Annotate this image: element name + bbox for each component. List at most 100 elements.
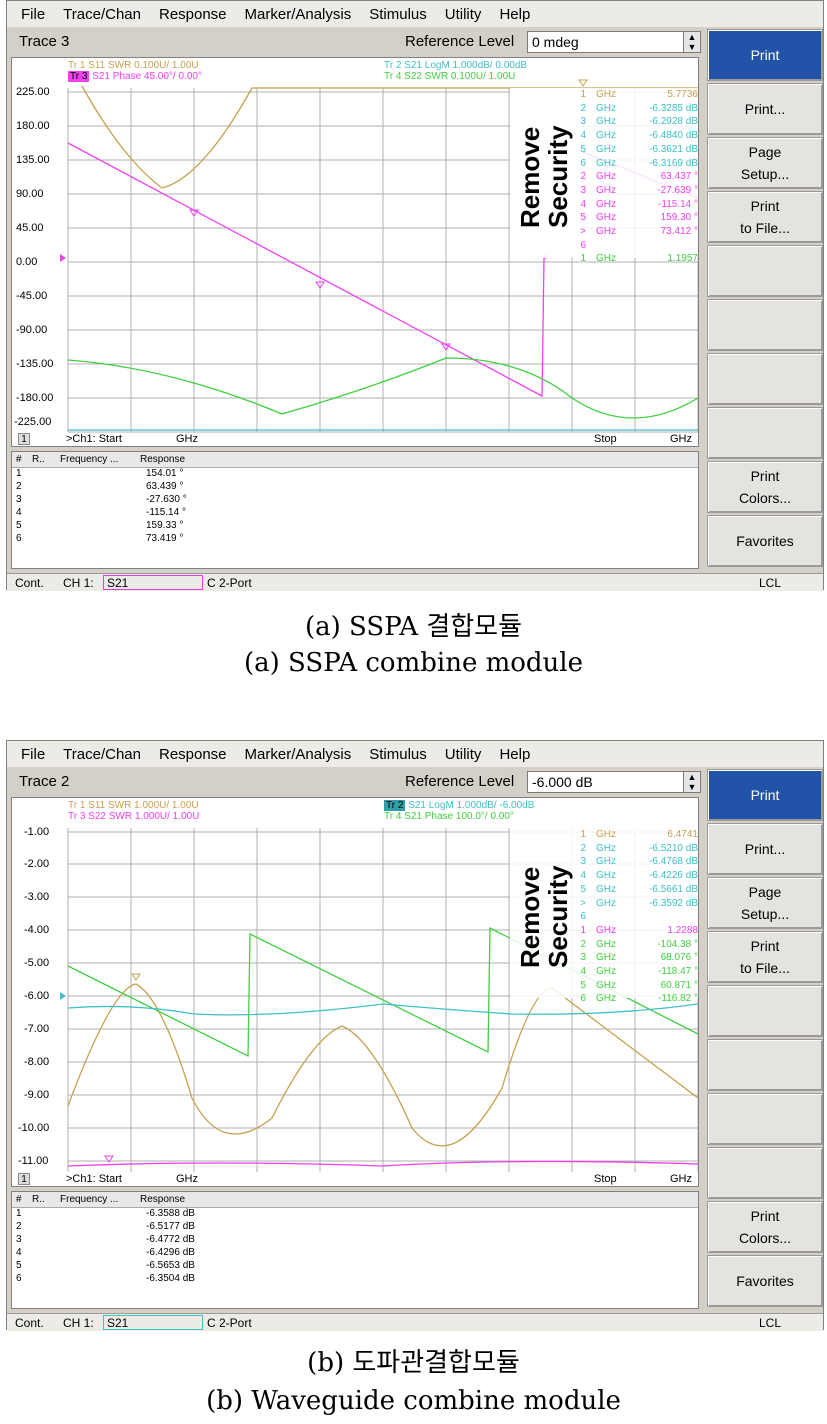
ytick: 225.00 (16, 86, 50, 98)
col-response[interactable]: Response (140, 454, 185, 465)
page-setup-button[interactable]: Page Setup... (707, 877, 823, 929)
blank-softkey[interactable] (707, 1147, 823, 1199)
marker-line: 3 GHz -6.4768 dB (580, 856, 698, 868)
print-colors-button[interactable]: Print Colors... (707, 1201, 823, 1253)
marker-line: 3 GHz -27.639 ° (580, 184, 698, 196)
menu-marker-analysis[interactable]: Marker/Analysis (245, 746, 352, 763)
table-row[interactable]: 3 -6.4772 dB (12, 1234, 698, 1247)
status-bar: Cont. CH 1: S21 C 2-Port LCL (7, 573, 823, 591)
print-colors-button[interactable]: Print Colors... (707, 461, 823, 513)
table-row[interactable]: 2 -6.5177 dB (12, 1221, 698, 1234)
ytick: -135.00 (16, 358, 54, 370)
favorites-button[interactable]: Favorites (707, 1255, 823, 1307)
blank-softkey[interactable] (707, 245, 823, 297)
trace-bar: Trace 3 Reference Level 0 mdeg ▲ ▼ (7, 29, 707, 56)
marker-readout: 1 GHz 5.7736 2 GHz -6.3285 dB 3 GHz -6.2928 dB… (574, 88, 698, 266)
print-button[interactable]: Print (707, 769, 823, 821)
table-row[interactable]: 5 -6.5653 dB (12, 1260, 698, 1273)
print-button[interactable]: Print (707, 29, 823, 81)
legend-tr4: Tr 4 S22 SWR 0.100U/ 1.00U (384, 71, 516, 82)
menu-response[interactable]: Response (159, 746, 227, 763)
legend-tr2-text: S21 LogM 1.000dB/ -6.00dB (408, 800, 535, 811)
legend-tr2[interactable]: Tr 2 S21 LogM 1.000dB/ -6.00dB (384, 800, 534, 811)
menu-file[interactable]: File (21, 746, 45, 763)
marker-line: 5 GHz 60.871 ° (580, 979, 698, 991)
favorites-button[interactable]: Favorites (707, 515, 823, 567)
status-lcl: LCL (759, 1316, 782, 1330)
marker-table[interactable]: # R.. Frequency ... Response 1 154.01 ° 2… (11, 451, 699, 569)
menu-stimulus[interactable]: Stimulus (369, 6, 427, 23)
trace-plot[interactable]: Tr 1 S11 SWR 1.000U/ 1.00U Tr 3 S22 SWR … (11, 797, 699, 1187)
col-num[interactable]: # (16, 1194, 22, 1205)
blank-softkey[interactable] (707, 1093, 823, 1145)
legend-tr4: Tr 4 S21 Phase 100.0°/ 0.00° (384, 811, 514, 822)
col-response[interactable]: Response (140, 1194, 185, 1205)
col-frequency[interactable]: Frequency ... (60, 1194, 118, 1205)
caption-b-korean: (b) 도파관결합모듈 (307, 1348, 520, 1378)
table-row[interactable]: 3 -27.630 ° (12, 494, 698, 507)
security-overlay: Remove Security (515, 865, 573, 968)
ytick: -7.00 (24, 1023, 50, 1035)
print-to-file-button[interactable]: Print to File... (707, 191, 823, 243)
print-to-file-button[interactable]: Print to File... (707, 931, 823, 983)
legend-tr1: Tr 1 S11 SWR 0.100U/ 1.00U (68, 60, 199, 71)
marker-line: 2 GHz -6.3285 dB (580, 102, 698, 114)
reference-level-spinner[interactable]: ▲ ▼ (683, 771, 701, 793)
menu-marker-analysis[interactable]: Marker/Analysis (245, 6, 352, 23)
menu-response[interactable]: Response (159, 6, 227, 23)
status-param[interactable]: S21 (103, 575, 203, 590)
reference-level-spinner[interactable]: ▲ ▼ (683, 31, 701, 53)
print-dialog-button[interactable]: Print... (707, 83, 823, 135)
menu-stimulus[interactable]: Stimulus (369, 746, 427, 763)
table-row[interactable]: 1 -6.3588 dB (12, 1208, 698, 1221)
reference-level-input[interactable]: -6.000 dB (527, 771, 687, 793)
status-channel: CH 1: (63, 1316, 94, 1330)
table-row[interactable]: 6 -6.3504 dB (12, 1273, 698, 1286)
marker-line: 6 GHz -116.82 ° (580, 993, 698, 1005)
channel-number[interactable]: 1 (18, 433, 30, 445)
ytick: 90.00 (16, 188, 44, 200)
menu-help[interactable]: Help (499, 746, 530, 763)
trace-title: Trace 3 (19, 33, 70, 50)
page-setup-button[interactable]: Page Setup... (707, 137, 823, 189)
blank-softkey[interactable] (707, 985, 823, 1037)
table-row[interactable]: 2 63.439 ° (12, 481, 698, 494)
status-bar: Cont. CH 1: S21 C 2-Port LCL (7, 1313, 823, 1331)
vna-window-a: File Trace/Chan Response Marker/Analysis… (6, 0, 824, 591)
blank-softkey[interactable] (707, 407, 823, 459)
legend-tr1: Tr 1 S11 SWR 1.000U/ 1.00U (68, 800, 199, 811)
blank-softkey[interactable] (707, 353, 823, 405)
ytick: 180.00 (16, 120, 50, 132)
status-param[interactable]: S21 (103, 1315, 203, 1330)
channel-number[interactable]: 1 (18, 1173, 30, 1185)
table-row[interactable]: 1 154.01 ° (12, 468, 698, 481)
menu-utility[interactable]: Utility (445, 6, 482, 23)
blank-softkey[interactable] (707, 1039, 823, 1091)
print-dialog-button[interactable]: Print... (707, 823, 823, 875)
overlay-line1: Remove (515, 126, 545, 228)
menu-trace-chan[interactable]: Trace/Chan (63, 746, 141, 763)
ytick: 45.00 (16, 222, 44, 234)
ytick: -8.00 (24, 1056, 50, 1068)
legend-tr3[interactable]: Tr 3 S21 Phase 45.00°/ 0.00° (68, 71, 202, 82)
reference-level-input[interactable]: 0 mdeg (527, 31, 687, 53)
col-r[interactable]: R.. (32, 1194, 45, 1205)
caption-a-korean: (a) SSPA 결합모듈 (304, 612, 523, 642)
table-row[interactable]: 6 73.419 ° (12, 533, 698, 546)
table-row[interactable]: 5 159.33 ° (12, 520, 698, 533)
ytick: -6.00 (24, 990, 50, 1002)
marker-table-header: # R.. Frequency ... Response (12, 1192, 698, 1208)
trace-plot[interactable]: Tr 1 S11 SWR 0.100U/ 1.00U Tr 3 S21 Phas… (11, 57, 699, 447)
table-row[interactable]: 4 -6.4296 dB (12, 1247, 698, 1260)
trace-bar: Trace 2 Reference Level -6.000 dB ▲ ▼ (7, 769, 707, 796)
col-num[interactable]: # (16, 454, 22, 465)
blank-softkey[interactable] (707, 299, 823, 351)
menu-help[interactable]: Help (499, 6, 530, 23)
menu-utility[interactable]: Utility (445, 746, 482, 763)
table-row[interactable]: 4 -115.14 ° (12, 507, 698, 520)
menu-trace-chan[interactable]: Trace/Chan (63, 6, 141, 23)
col-r[interactable]: R.. (32, 454, 45, 465)
marker-table[interactable]: # R.. Frequency ... Response 1 -6.3588 dB… (11, 1191, 699, 1309)
col-frequency[interactable]: Frequency ... (60, 454, 118, 465)
menu-file[interactable]: File (21, 6, 45, 23)
